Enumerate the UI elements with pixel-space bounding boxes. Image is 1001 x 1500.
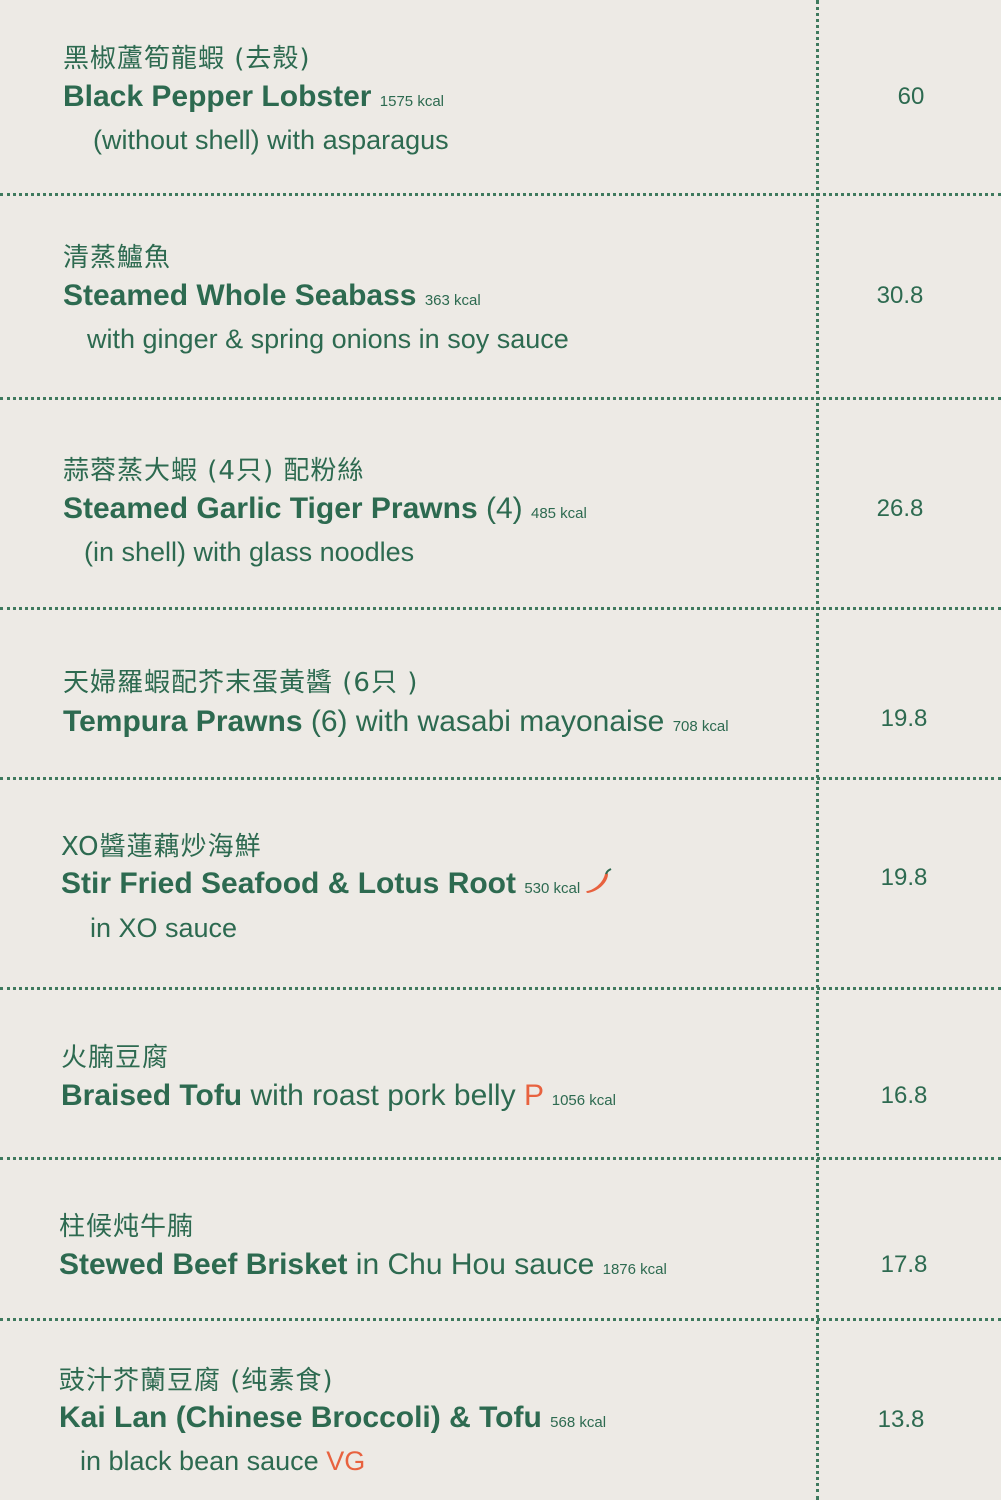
dish-description: in black bean sauce VG — [80, 1446, 365, 1477]
price: 26.8 — [876, 495, 924, 522]
calories: 708 kcal — [672, 718, 729, 735]
calories: 530 kcal — [524, 880, 581, 897]
chinese-name: XO醬蓮藕炒海鮮 — [61, 832, 262, 862]
chinese-name: 天婦羅蝦配芥末蛋黃醬 (6只 ) — [63, 668, 419, 698]
price: 19.8 — [880, 864, 928, 891]
row-divider — [0, 607, 1001, 610]
calories: 568 kcal — [550, 1414, 607, 1431]
vegan-tag: VG — [326, 1446, 366, 1476]
chinese-name: 黑椒蘆筍龍蝦 (去殼) — [63, 44, 311, 74]
chinese-name: 蒜蓉蒸大蝦 (4只) 配粉絲 — [63, 456, 365, 486]
chinese-name: 火腩豆腐 — [61, 1043, 170, 1073]
dish-title: Steamed Garlic Tiger Prawns (4) 485 kcal — [63, 492, 587, 526]
pork-tag: P — [523, 1079, 544, 1112]
dish-qualifier: in Chu Hou sauce — [355, 1248, 595, 1281]
calories: 485 kcal — [530, 505, 587, 522]
dish-title: Black Pepper Lobster 1575 kcal — [63, 80, 444, 114]
row-divider — [0, 1318, 1001, 1321]
dish-title: Tempura Prawns (6) with wasabi mayonaise… — [63, 705, 729, 739]
dish-name: Braised Tofu — [61, 1079, 243, 1112]
dish-title: Stir Fried Seafood & Lotus Root 530 kcal — [61, 867, 612, 902]
dish-title: Steamed Whole Seabass 363 kcal — [63, 279, 481, 313]
price: 17.8 — [880, 1251, 928, 1278]
price: 16.8 — [880, 1082, 928, 1109]
dish-description: in XO sauce — [90, 913, 238, 943]
dish-qualifier: with roast pork belly — [250, 1079, 516, 1112]
calories: 1876 kcal — [602, 1261, 667, 1278]
row-divider — [0, 1157, 1001, 1160]
row-divider — [0, 777, 1001, 780]
dish-name: Kai Lan (Chinese Broccoli) & Tofu — [59, 1401, 542, 1434]
chinese-name: 豉汁芥蘭豆腐 (纯素食) — [59, 1366, 334, 1396]
dish-name: Stewed Beef Brisket — [59, 1248, 348, 1281]
dish-description: (without shell) with asparagus — [93, 125, 449, 155]
column-divider — [816, 0, 819, 1500]
chinese-name: 柱候炖牛腩 — [59, 1212, 195, 1242]
dish-qualifier: (6) with wasabi mayonaise — [310, 705, 665, 738]
dish-title: Kai Lan (Chinese Broccoli) & Tofu 568 kc… — [59, 1401, 606, 1435]
dish-title: Stewed Beef Brisket in Chu Hou sauce 187… — [59, 1248, 667, 1282]
dish-title: Braised Tofu with roast pork belly P 105… — [61, 1079, 616, 1113]
calories: 363 kcal — [424, 292, 481, 309]
dish-name: Stir Fried Seafood & Lotus Root — [61, 867, 516, 900]
price: 60 — [897, 83, 925, 110]
calories: 1056 kcal — [551, 1092, 616, 1109]
row-divider — [0, 397, 1001, 400]
dish-name: Black Pepper Lobster — [63, 80, 372, 113]
price: 13.8 — [877, 1406, 925, 1433]
dish-name: Steamed Garlic Tiger Prawns — [63, 492, 478, 525]
dish-name: Tempura Prawns — [63, 705, 303, 738]
dish-description: with ginger & spring onions in soy sauce — [87, 324, 569, 354]
description-text: in black bean sauce — [80, 1446, 319, 1476]
price: 30.8 — [876, 282, 924, 309]
chinese-name: 清蒸鱸魚 — [63, 243, 172, 273]
dish-description: (in shell) with glass noodles — [84, 537, 415, 567]
row-divider — [0, 193, 1001, 196]
calories: 1575 kcal — [379, 93, 444, 110]
dish-name: Steamed Whole Seabass — [63, 279, 417, 312]
dish-qualifier: (4) — [485, 492, 523, 525]
chili-pepper-icon — [584, 868, 612, 902]
price: 19.8 — [880, 705, 928, 732]
row-divider — [0, 987, 1001, 990]
